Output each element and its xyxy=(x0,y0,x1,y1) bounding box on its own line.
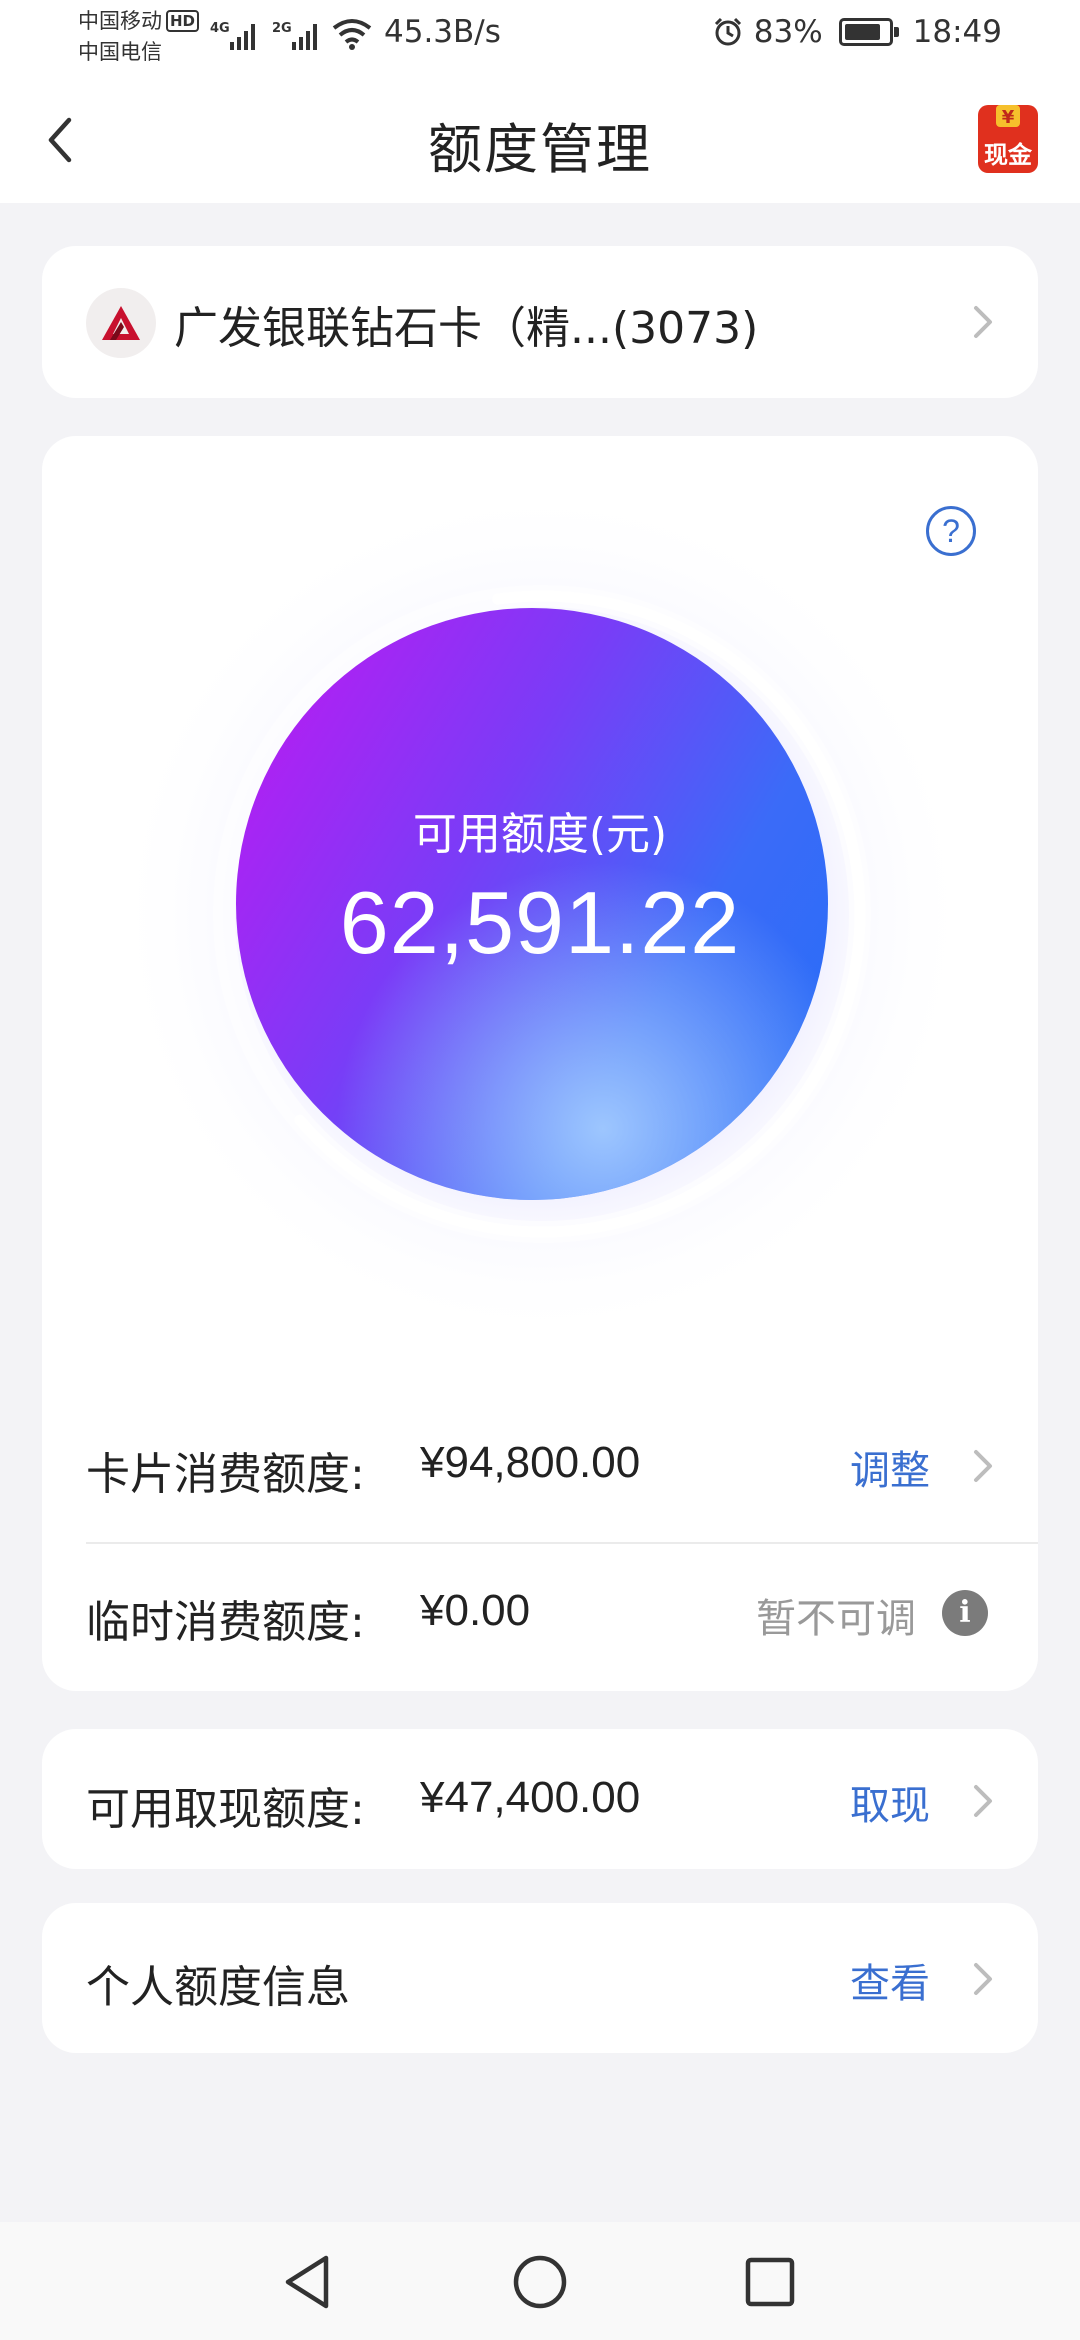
card-limit-value: ¥94,800.00 xyxy=(420,1438,641,1487)
card-limit-row[interactable]: 卡片消费额度: ¥94,800.00 调整 xyxy=(42,1390,1038,1540)
bank-card-selector[interactable]: 广发银联钻石卡（精...(3073) xyxy=(42,246,1038,398)
card-limit-label: 卡片消费额度: xyxy=(86,1449,365,1500)
chevron-right-icon xyxy=(974,1963,992,1995)
chevron-right-icon xyxy=(974,1450,992,1482)
square-recent-icon[interactable] xyxy=(740,2252,800,2312)
info-icon[interactable]: i xyxy=(942,1590,988,1636)
system-nav-bar xyxy=(0,2222,1080,2340)
signal-2g-label: 2G xyxy=(272,21,292,36)
clock: 18:49 xyxy=(912,14,1002,50)
cash-badge-label: 现金 xyxy=(984,141,1033,169)
bank-logo-mark xyxy=(102,306,140,340)
temp-limit-label: 临时消费额度: xyxy=(86,1597,365,1648)
view-link[interactable]: 查看 xyxy=(850,1951,930,2009)
temp-limit-value: ¥0.00 xyxy=(420,1586,531,1635)
net-speed: 45.3B/s xyxy=(384,14,501,50)
personal-limit-card[interactable]: 个人额度信息 查看 xyxy=(42,1903,1038,2053)
signal-4g-label: 4G xyxy=(210,21,230,36)
bank-card-name: 广发银联钻石卡（精...(3073) xyxy=(174,303,759,354)
battery-fill xyxy=(844,24,880,40)
status-bar: 中国移动 HD 中国电信 4G 2G 45.3B/s 83% 18:49 xyxy=(0,0,1080,75)
bank-logo-icon xyxy=(86,288,156,358)
carrier-1: 中国移动 xyxy=(78,9,162,33)
not-adjustable-text: 暂不可调 xyxy=(756,1596,916,1642)
carrier-2: 中国电信 xyxy=(78,40,162,64)
cash-limit-label: 可用取现额度: xyxy=(86,1784,365,1835)
signal-4g-icon: 4G xyxy=(210,21,255,50)
chevron-right-icon xyxy=(974,1785,992,1817)
cash-badge-button[interactable]: ¥ 现金 xyxy=(974,103,1042,177)
credit-overview-card: ? 可用额度(元) 62,591.22 卡片消费额度: ¥94,800.00 调… xyxy=(42,436,1038,1691)
cash-limit-card[interactable]: 可用取现额度: ¥47,400.00 取现 xyxy=(42,1729,1038,1869)
available-credit-value: 62,591.22 xyxy=(339,873,741,972)
cash-limit-row[interactable]: 可用取现额度: ¥47,400.00 取现 xyxy=(42,1725,1038,1875)
battery-percent: 83% xyxy=(753,14,823,50)
app-header: 额度管理 ¥ 现金 xyxy=(0,75,1080,203)
battery-icon xyxy=(838,18,899,46)
triangle-back-icon[interactable] xyxy=(280,2252,340,2312)
wifi-icon xyxy=(332,19,372,50)
adjust-link[interactable]: 调整 xyxy=(850,1438,930,1496)
circle-home-icon[interactable] xyxy=(510,2252,570,2312)
signal-2g-icon: 2G xyxy=(272,21,317,50)
status-right: 83% 18:49 xyxy=(712,14,1002,50)
chevron-right-icon xyxy=(974,306,992,338)
hd-badge: HD xyxy=(166,10,200,32)
alarm-icon xyxy=(714,17,741,46)
temp-limit-row: 临时消费额度: ¥0.00 暂不可调 i xyxy=(42,1538,1038,1688)
personal-limit-label: 个人额度信息 xyxy=(86,1962,350,2013)
carrier-info: 中国移动 HD 中国电信 xyxy=(78,6,200,68)
personal-limit-row[interactable]: 个人额度信息 查看 xyxy=(42,1903,1038,2053)
svg-text:¥: ¥ xyxy=(1002,107,1015,128)
withdraw-cash-link[interactable]: 取现 xyxy=(850,1773,930,1831)
yen-cash-badge-icon: ¥ 现金 xyxy=(978,105,1038,173)
page-title: 额度管理 xyxy=(428,118,652,181)
cash-limit-value: ¥47,400.00 xyxy=(420,1773,641,1822)
available-credit-label: 可用额度(元) xyxy=(412,809,668,860)
